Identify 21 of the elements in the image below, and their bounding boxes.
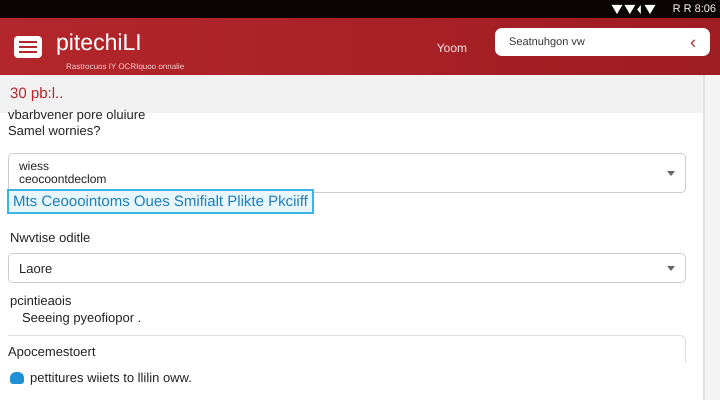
count-text: 30 pb:l..	[10, 85, 64, 102]
caret-icon	[667, 266, 675, 270]
select-text: wiess	[19, 160, 50, 173]
intro-text: vbarbvener pore oluiure	[7, 107, 146, 123]
app-title: pitechiLI	[56, 28, 143, 56]
section-text: Seeeing pyeofiopor .	[21, 310, 142, 325]
field-label: Nwvtise oditle	[10, 230, 92, 245]
search-field[interactable]: Seatnuhgon vw ‹	[495, 28, 710, 56]
highlighted-text[interactable]: Mts Ceooointoms Oues Smifialt Plikte Pkciiff	[7, 189, 314, 214]
caret-icon	[667, 170, 675, 176]
input-field[interactable]: Apocemestoert	[8, 335, 686, 362]
status-time: R R 8:06	[672, 3, 716, 15]
app-subtitle: Rastrocuos IY OCRIquoo onnalie	[66, 62, 186, 71]
select-field[interactable]: Laore	[8, 253, 686, 283]
menu-icon[interactable]	[14, 36, 42, 58]
section-label: pcintieaois	[10, 293, 72, 308]
header-link[interactable]: Yoom	[436, 41, 467, 55]
intro-text: Samel wornies?	[7, 123, 102, 139]
back-button[interactable]: ‹	[686, 32, 700, 52]
select-text: ceocoontdeclom	[19, 173, 106, 186]
note-text: pettitures wiiets to llilin oww.	[30, 370, 192, 385]
